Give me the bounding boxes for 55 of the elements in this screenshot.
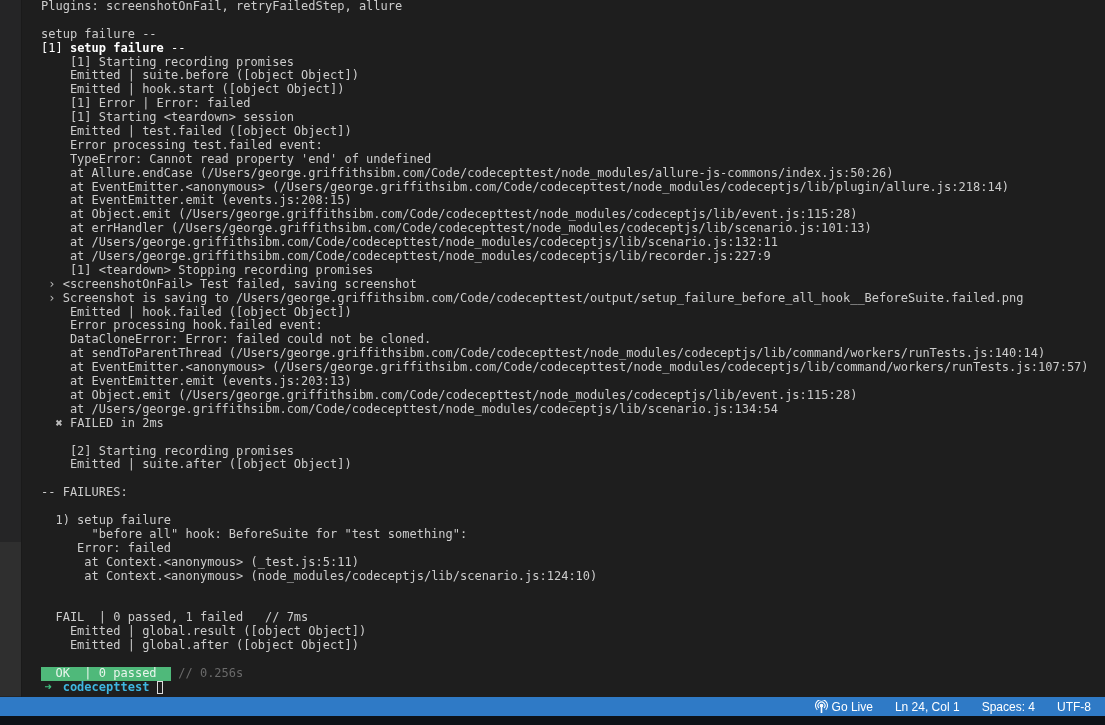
- log-text: at Allure.endCase (/Users/george.griffithsibm.com/Code/codecepttest/node_modules/allure-js-commons/index.js:50:26): [69, 166, 894, 181]
- log-marker: ›: [47, 277, 56, 292]
- log-text: Emitted | global.result ([object Object]): [69, 625, 367, 639]
- log-text: Error: failed: [77, 541, 172, 556]
- prompt-directory: codecepttest: [62, 680, 150, 695]
- terminal-cursor: [156, 680, 164, 694]
- log-text: [1] Error | Error: failed: [69, 97, 251, 111]
- log-text: Emitted | suite.before ([object Object]): [69, 69, 359, 84]
- log-marker: ✖: [54, 416, 63, 431]
- log-text: Emitted | test.failed ([object Object]): [69, 125, 352, 139]
- log-text: at /Users/george.griffithsibm.com/Code/codecepttest/node_modules/codeceptjs/lib/scenario.js:134:54: [69, 402, 778, 417]
- log-text: at Object.emit (/Users/george.griffithsibm.com/Code/codecepttest/node_modules/codeceptjs/lib/event.js:115:28): [69, 208, 858, 223]
- duration-text: // 0.256s: [178, 666, 244, 681]
- status-item[interactable]: Spaces: 4: [981, 699, 1035, 714]
- log-text: at /Users/george.griffithsibm.com/Code/codecepttest/node_modules/codeceptjs/lib/recorder.js:227:9: [69, 250, 771, 264]
- log-text: setup failure --: [41, 27, 157, 42]
- status-item[interactable]: UTF-8: [1057, 699, 1091, 714]
- log-text: FAIL | 0 passed, 1 failed // 7ms: [55, 611, 309, 625]
- log-text: FAILED in 2ms: [69, 416, 164, 431]
- log-text: Plugins: screenshotOnFail, retryFailedStep, allure: [41, 0, 403, 14]
- log-text: Emitted | global.after ([object Object]): [69, 638, 359, 653]
- log-text: 1) setup failure: [55, 513, 172, 528]
- log-text: <screenshotOnFail> Test failed, saving screenshot: [62, 277, 417, 292]
- result-badge: OK | 0 passed: [41, 666, 172, 681]
- log-text: Error processing hook.failed event:: [69, 319, 323, 333]
- log-text: at EventEmitter.emit (events.js:208:15): [69, 194, 352, 208]
- log-text: Emitted | hook.start ([object Object]): [69, 83, 345, 97]
- log-text: at Context.<anonymous> (node_modules/codeceptjs/lib/scenario.js:124:10): [84, 569, 598, 584]
- log-text: at /Users/george.griffithsibm.com/Code/codecepttest/node_modules/codeceptjs/lib/scenario.js:132:11: [69, 236, 778, 251]
- log-text: TypeError: Cannot read property 'end' of undefined: [69, 152, 432, 167]
- log-text: DataCloneError: Error: failed could not be cloned.: [69, 333, 432, 347]
- log-text: Screenshot is saving to /Users/george.griffithsibm.com/Code/codecepttest/output/setup_failure_before_all_hook__BeforeSuite.failed.png: [62, 291, 1024, 306]
- log-text: Emitted | suite.after ([object Object]): [69, 458, 352, 473]
- log-text: at EventEmitter.<anonymous> (/Users/george.griffithsibm.com/Code/codecepttest/node_modules/codeceptjs/lib/plugin/allure.js:218:14): [69, 180, 1010, 195]
- broadcast-icon: [814, 699, 828, 714]
- log-text: at Object.emit (/Users/george.griffithsibm.com/Code/codecepttest/node_modules/codeceptjs/lib/event.js:115:28): [69, 388, 858, 403]
- prompt-arrow: ➜: [44, 680, 52, 695]
- log-text: [1] Starting <teardown> session: [69, 111, 294, 125]
- scrollbar-thumb[interactable]: [0, 542, 21, 696]
- log-text: [1] <teardown> Stopping recording promises: [69, 263, 374, 278]
- status-item[interactable]: Ln 24, Col 1: [894, 699, 960, 714]
- log-text: "before all" hook: BeforeSuite for "test something":: [91, 527, 468, 542]
- log-text: Emitted | hook.failed ([object Object]): [69, 305, 352, 320]
- log-text: at EventEmitter.emit (events.js:203:13): [69, 375, 352, 389]
- log-text: [1] Starting recording promises: [69, 55, 294, 70]
- log-text: at errHandler (/Users/george.griffithsibm.com/Code/codecepttest/node_modules/codeceptjs/lib/scenario.js:101:13): [69, 222, 872, 237]
- log-text: at Context.<anonymous> (_test.js:5:11): [84, 555, 359, 570]
- log-text: Error processing test.failed event:: [69, 138, 323, 153]
- log-text: -- FAILURES:: [41, 486, 128, 501]
- log-text: at EventEmitter.<anonymous> (/Users/george.griffithsibm.com/Code/codecepttest/node_modules/codeceptjs/lib/command/workers/runTests.js:107:57): [69, 361, 1089, 376]
- log-text: [1] setup failure --: [41, 41, 186, 56]
- log-text: at sendToParentThread (/Users/george.griffithsibm.com/Code/codecepttest/node_modules/codeceptjs/lib/command/workers/runTests.js:140:14): [69, 347, 1046, 362]
- log-text: [2] Starting recording promises: [69, 444, 294, 459]
- log-marker: ›: [47, 291, 56, 306]
- go-live-button[interactable]: Go Live: [814, 699, 873, 714]
